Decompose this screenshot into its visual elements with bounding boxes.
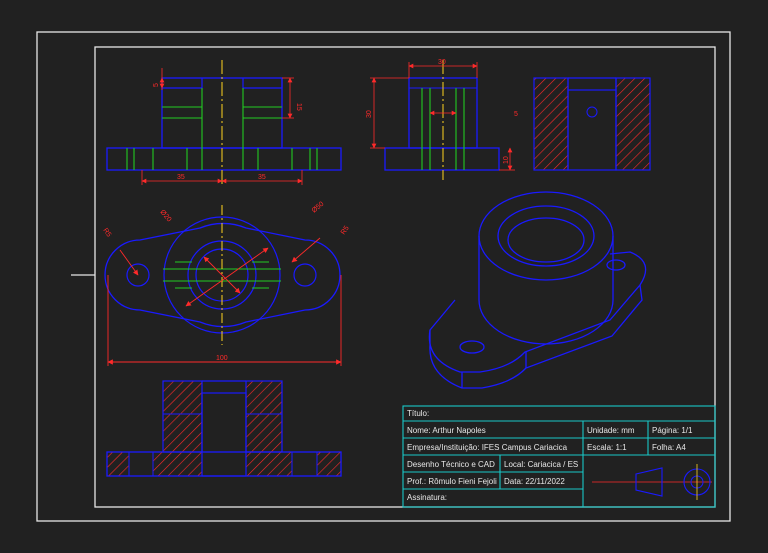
dim-30-left: 30 [366, 110, 373, 118]
dim-diam-20: Ø20 [158, 209, 172, 224]
scale-field: Escala: 1:1 [587, 443, 627, 452]
dim-35-right: 35 [258, 174, 266, 181]
isometric-view [428, 191, 647, 389]
drawing-sheet: 5 15 35 35 30 30 5 10 R5 Ø20 Ø50 R5 100 … [36, 31, 731, 522]
name-field: Nome: Arthur Napoles [407, 426, 486, 435]
date-field: Data: 22/11/2022 [504, 477, 565, 486]
dim-30-top: 30 [438, 59, 446, 66]
page-field: Página: 1/1 [652, 426, 693, 435]
dim-r5-left: R5 [101, 227, 112, 238]
signature-field: Assinatura: [407, 493, 447, 502]
side-view: 30 30 5 10 [366, 59, 518, 180]
sheet-field: Folha: A4 [652, 443, 686, 452]
section-view-bottom [106, 380, 342, 477]
location-field: Local: Cariacica / ES [504, 460, 578, 469]
title-field: Título: [407, 409, 429, 418]
dim-10-side: 10 [503, 156, 510, 164]
institution-field: Empresa/Instituição: IFES Campus Cariaci… [407, 443, 568, 452]
unit-field: Unidade: mm [587, 426, 635, 435]
plan-view: R5 Ø20 Ø50 R5 100 [101, 201, 351, 366]
section-view-top [533, 77, 651, 171]
front-view: 5 15 35 35 [106, 60, 342, 186]
projection-symbol [592, 464, 712, 500]
dim-r5-right: R5 [340, 225, 351, 236]
dim-5-front: 5 [153, 83, 160, 87]
title-block [402, 405, 716, 508]
dim-35-left: 35 [177, 174, 185, 181]
dim-100: 100 [216, 355, 228, 362]
dim-15-front: 15 [295, 103, 302, 111]
dim-diam-50: Ø50 [311, 201, 326, 215]
dim-5-side: 5 [514, 111, 518, 118]
professor-field: Prof.: Rômulo Fieni Fejoli [407, 477, 497, 486]
course-field: Desenho Técnico e CAD [407, 460, 495, 469]
